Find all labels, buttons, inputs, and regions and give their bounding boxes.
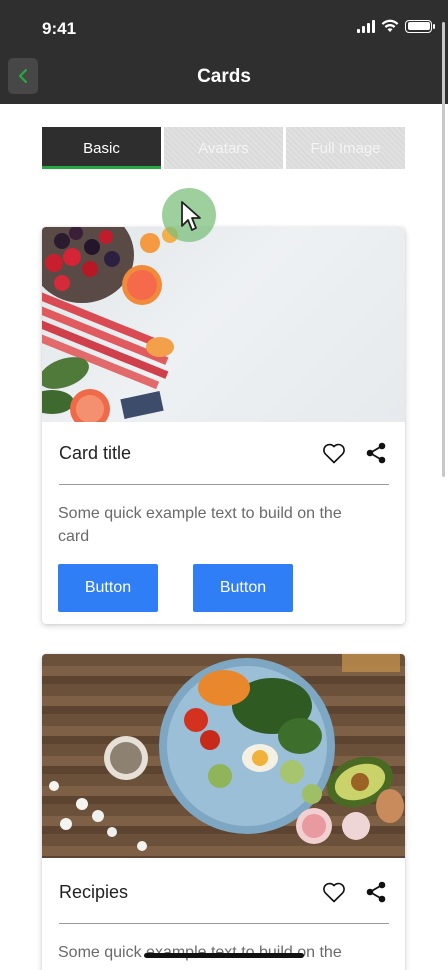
card-actions [321,440,389,466]
favorite-button[interactable] [321,440,347,466]
share-icon [366,442,386,464]
card-text: Some quick example text to build on the … [58,505,342,545]
card-recipes: Recipies Some quick example text to buil… [42,654,405,970]
share-button[interactable] [363,879,389,905]
home-indicator[interactable] [144,953,304,958]
card-divider [59,923,389,924]
status-time: 9:41 [42,19,77,38]
fruit-vegetables-photo [42,227,178,422]
card-header: Card title [59,433,389,473]
tab-avatars[interactable]: Avatars [164,127,283,169]
card-image-salad [42,654,405,858]
card-title: Card title [59,442,132,463]
page-title: Cards [197,66,251,87]
card-header: Recipies [59,872,389,912]
cursor-icon [181,201,201,231]
favorite-button[interactable] [321,879,347,905]
card-button-secondary[interactable]: Button [193,564,293,612]
app-header: 9:41 Cards [0,0,448,104]
tab-full-image[interactable]: Full Image [286,127,405,169]
card-image-fruit [42,227,405,422]
share-button[interactable] [363,440,389,466]
tab-bar: Basic Avatars Full Image [42,127,405,169]
card-basic: Card title Some quick example text to bu… [42,227,405,624]
signal-icon [357,19,375,33]
tab-basic[interactable]: Basic [42,127,161,169]
heart-icon [323,882,345,903]
salad-bowl-photo [49,654,404,851]
wifi-icon [381,19,399,32]
battery-icon [405,19,435,33]
card-title: Recipies [59,881,129,902]
card-actions [321,879,389,905]
status-icons [357,16,435,36]
share-icon [366,881,386,903]
card-button-primary[interactable]: Button [58,564,158,612]
scrollbar[interactable] [442,22,445,477]
heart-icon [323,443,345,464]
card-divider [59,484,389,485]
